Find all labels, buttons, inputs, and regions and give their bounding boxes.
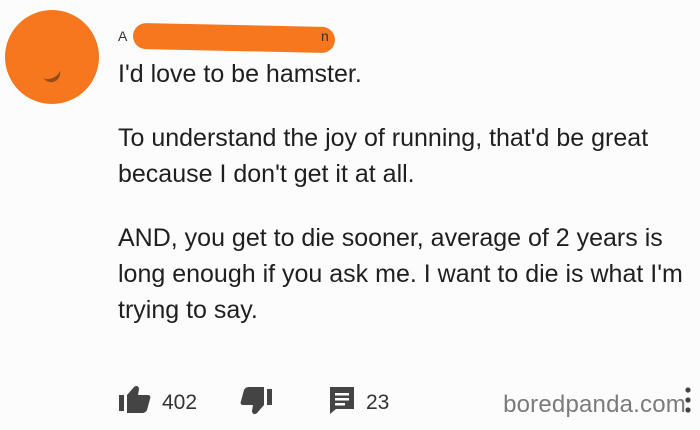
- author-name-redaction: [132, 22, 336, 54]
- author-name-fragment-left: A: [118, 28, 128, 44]
- reply-button[interactable]: 23: [328, 385, 389, 420]
- like-count: 402: [162, 390, 198, 414]
- dislike-button[interactable]: [239, 385, 273, 420]
- thumbs-up-icon: [118, 385, 152, 420]
- comment-paragraph-1: I'd love to be hamster.: [118, 60, 362, 88]
- avatar-mark: [40, 64, 64, 86]
- author-name-fragment-right: n: [321, 28, 329, 44]
- comment-icon: [328, 385, 356, 420]
- comment-paragraph-3: AND, you get to die sooner, average of 2…: [118, 224, 683, 324]
- boredpanda-watermark: boredpanda.com: [503, 391, 686, 418]
- avatar[interactable]: [5, 10, 99, 104]
- comment-body: I'd love to be hamster. To understand th…: [118, 56, 693, 356]
- like-button[interactable]: 402: [118, 385, 197, 420]
- reply-count: 23: [366, 390, 390, 414]
- comment-paragraph-2: To understand the joy of running, that'd…: [118, 124, 649, 188]
- thumbs-down-icon: [239, 385, 273, 420]
